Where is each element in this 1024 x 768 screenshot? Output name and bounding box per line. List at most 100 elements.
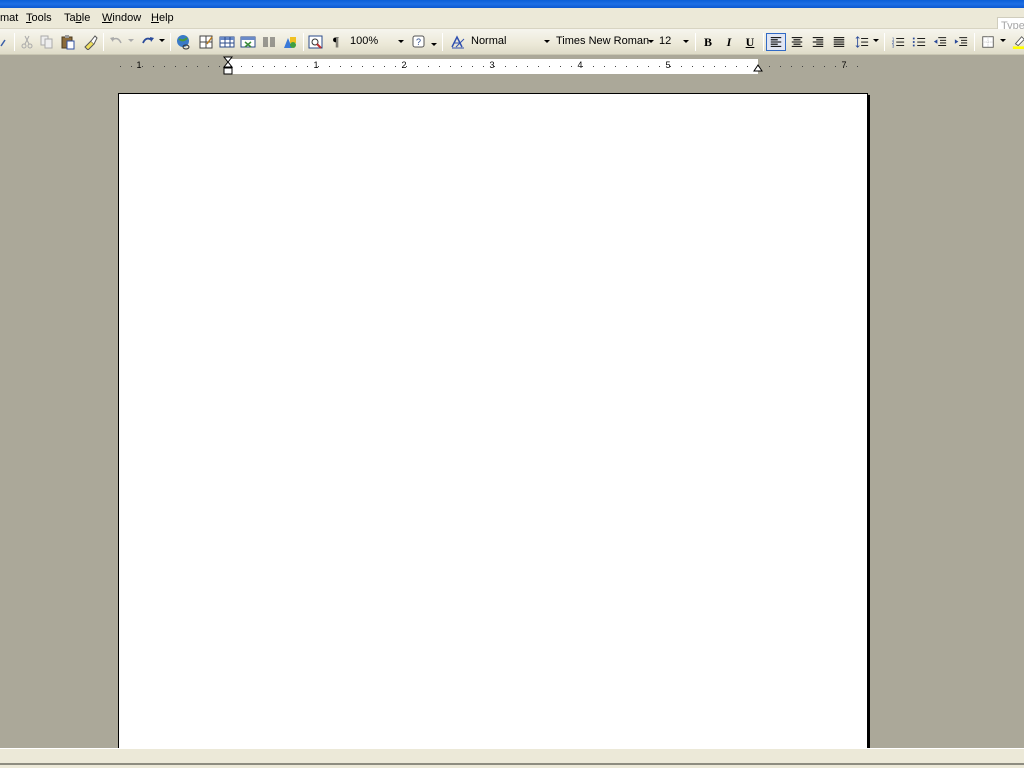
ruler-eighth-inch-tick — [791, 66, 792, 67]
toolbar-separator — [170, 33, 171, 51]
svg-text:?: ? — [416, 37, 421, 47]
menu-format[interactable]: mat — [0, 12, 18, 24]
title-bar — [0, 0, 1024, 8]
borders-button[interactable] — [978, 33, 998, 51]
menu-help[interactable]: Help — [151, 12, 174, 24]
ruler-eighth-inch-tick — [670, 66, 671, 67]
ruler-eighth-inch-tick — [175, 66, 176, 67]
align-left-icon — [770, 37, 782, 47]
insert-table-icon — [219, 36, 235, 48]
ruler-eighth-inch-tick — [714, 66, 715, 67]
help-button[interactable]: ? — [410, 33, 428, 51]
ruler-eighth-inch-tick — [615, 66, 616, 67]
bold-button[interactable]: B — [698, 33, 718, 51]
justify-button[interactable] — [829, 33, 849, 51]
drawing-button[interactable] — [281, 33, 299, 51]
ruler-eighth-inch-tick — [285, 66, 286, 67]
font-combo[interactable]: Times New Roman — [554, 34, 656, 50]
ruler-eighth-inch-tick — [428, 66, 429, 67]
horizontal-ruler[interactable]: 1 1 2 3 4 5 7 — [118, 56, 868, 75]
insert-hyperlink-button[interactable] — [175, 33, 193, 51]
font-dropdown-arrow[interactable] — [648, 40, 654, 43]
ruler-eighth-inch-tick — [142, 66, 143, 67]
undo-button[interactable] — [107, 33, 125, 51]
numbering-button[interactable]: 123 — [888, 33, 908, 51]
ruler-eighth-inch-tick — [483, 66, 484, 67]
ruler-eighth-inch-tick — [659, 66, 660, 67]
zoom-combo[interactable]: 100% — [348, 34, 406, 50]
ruler-eighth-inch-tick — [637, 66, 638, 67]
ruler-eighth-inch-tick — [164, 66, 165, 67]
styles-and-formatting-button[interactable] — [449, 33, 467, 51]
line-spacing-button[interactable] — [852, 33, 872, 51]
cut-button[interactable] — [18, 33, 36, 51]
decrease-indent-button[interactable] — [930, 33, 950, 51]
undo-dropdown[interactable] — [128, 39, 134, 42]
first-line-indent-marker[interactable] — [222, 56, 234, 78]
redo-button[interactable] — [139, 33, 157, 51]
bold-icon: B — [703, 34, 712, 49]
ruler-eighth-inch-tick — [318, 66, 319, 67]
toolbar-separator — [763, 33, 764, 51]
copy-button[interactable] — [38, 33, 56, 51]
menu-bar: mat Tools Table Window Help Type — [0, 8, 1024, 35]
redo-dropdown[interactable] — [159, 39, 165, 42]
format-painter-button[interactable] — [81, 33, 99, 51]
align-left-button[interactable] — [766, 33, 786, 51]
font-size-dropdown-arrow[interactable] — [683, 40, 689, 43]
ruler-label: 5 — [665, 60, 671, 70]
ruler-eighth-inch-tick — [835, 66, 836, 67]
show-hide-button[interactable]: ¶ — [327, 33, 345, 51]
toolbar: ¶ 100% ? Normal Times New Roman 12 B I U — [0, 29, 1024, 55]
font-size-combo[interactable]: 12 — [657, 34, 691, 50]
align-right-button[interactable] — [808, 33, 828, 51]
bullets-button[interactable] — [909, 33, 929, 51]
menu-window[interactable]: Window — [102, 12, 141, 24]
ruler-eighth-inch-tick — [780, 66, 781, 67]
ruler-eighth-inch-tick — [769, 66, 770, 67]
menu-table[interactable]: Table — [64, 12, 90, 24]
menu-tools[interactable]: Tools — [26, 12, 52, 24]
style-combo[interactable]: Normal — [469, 34, 552, 50]
underline-icon: U — [745, 34, 755, 49]
ruler-eighth-inch-tick — [758, 66, 759, 67]
borders-dropdown[interactable] — [1000, 39, 1006, 42]
ruler-eighth-inch-tick — [340, 66, 341, 67]
toolbar-separator — [14, 33, 15, 51]
insert-table-button[interactable] — [218, 33, 236, 51]
ruler-eighth-inch-tick — [582, 66, 583, 67]
ruler-eighth-inch-tick — [296, 66, 297, 67]
insert-excel-worksheet-button[interactable] — [239, 33, 257, 51]
ruler-eighth-inch-tick — [593, 66, 594, 67]
borders-icon — [982, 36, 994, 48]
document-page[interactable] — [118, 93, 868, 753]
line-spacing-icon — [855, 36, 869, 48]
tables-and-borders-button[interactable] — [197, 33, 215, 51]
italic-button[interactable]: I — [719, 33, 739, 51]
columns-icon — [263, 37, 275, 47]
paste-button[interactable] — [59, 33, 77, 51]
paste-icon — [61, 35, 75, 50]
ruler-eighth-inch-tick — [362, 66, 363, 67]
ruler-eighth-inch-tick — [219, 66, 220, 67]
redo-icon — [142, 37, 154, 44]
toolbar-separator — [103, 33, 104, 51]
zoom-dropdown-arrow[interactable] — [398, 40, 404, 43]
increase-indent-button[interactable] — [951, 33, 971, 51]
line-spacing-dropdown[interactable] — [873, 39, 879, 42]
justify-icon — [833, 37, 845, 47]
spelling-button[interactable] — [0, 33, 12, 51]
ruler-eighth-inch-tick — [725, 66, 726, 67]
underline-button[interactable]: U — [740, 33, 760, 51]
ruler-left-margin — [118, 59, 228, 74]
style-dropdown-arrow[interactable] — [544, 40, 550, 43]
align-center-button[interactable] — [787, 33, 807, 51]
document-map-button[interactable] — [307, 33, 325, 51]
ruler-eighth-inch-tick — [626, 66, 627, 67]
status-bar — [0, 748, 1024, 768]
columns-button[interactable] — [260, 33, 278, 51]
pilcrow-icon: ¶ — [333, 34, 339, 49]
horizontal-ruler-area: 1 1 2 3 4 5 7 — [0, 56, 1024, 78]
help-dropdown[interactable] — [431, 43, 437, 46]
highlight-button[interactable] — [1009, 33, 1024, 51]
